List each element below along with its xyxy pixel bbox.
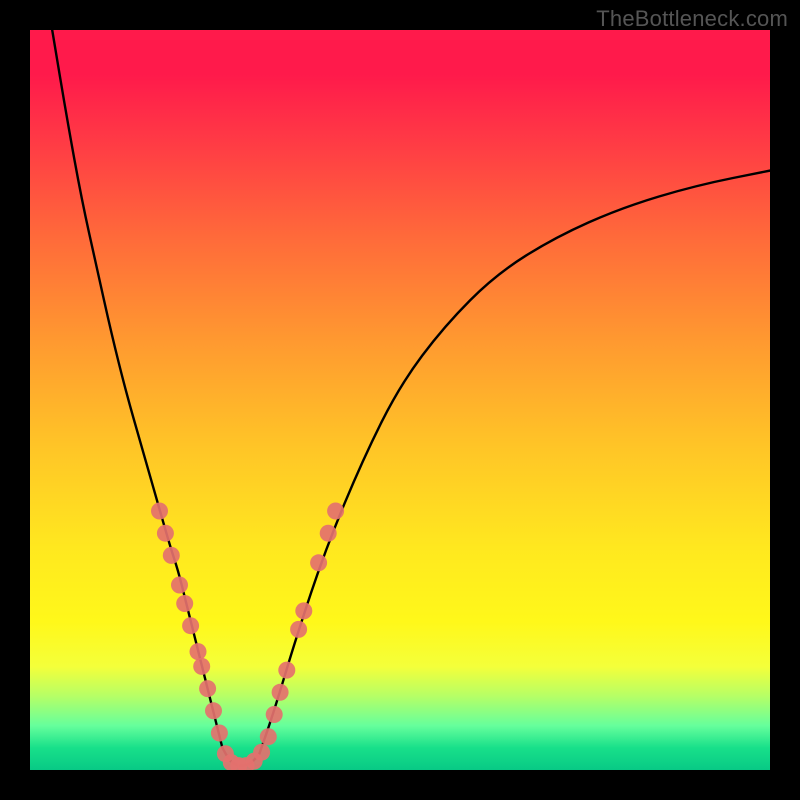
watermark-text: TheBottleneck.com	[596, 6, 788, 32]
data-point	[163, 547, 180, 564]
chart-svg	[30, 30, 770, 770]
data-point	[272, 684, 289, 701]
data-point	[253, 744, 270, 761]
data-point	[199, 680, 216, 697]
data-point	[151, 503, 168, 520]
data-point	[278, 662, 295, 679]
data-point	[157, 525, 174, 542]
data-point	[193, 658, 210, 675]
data-point	[310, 554, 327, 571]
data-point	[266, 706, 283, 723]
data-point	[211, 725, 228, 742]
chart-plot-area	[30, 30, 770, 770]
data-point	[182, 617, 199, 634]
data-point	[190, 643, 207, 660]
data-point-markers	[151, 503, 344, 771]
chart-frame: TheBottleneck.com	[0, 0, 800, 800]
bottleneck-curve	[52, 30, 770, 766]
data-point	[327, 503, 344, 520]
data-point	[176, 595, 193, 612]
data-point	[290, 621, 307, 638]
data-point	[205, 702, 222, 719]
data-point	[320, 525, 337, 542]
data-point	[295, 602, 312, 619]
data-point	[171, 577, 188, 594]
data-point	[260, 728, 277, 745]
